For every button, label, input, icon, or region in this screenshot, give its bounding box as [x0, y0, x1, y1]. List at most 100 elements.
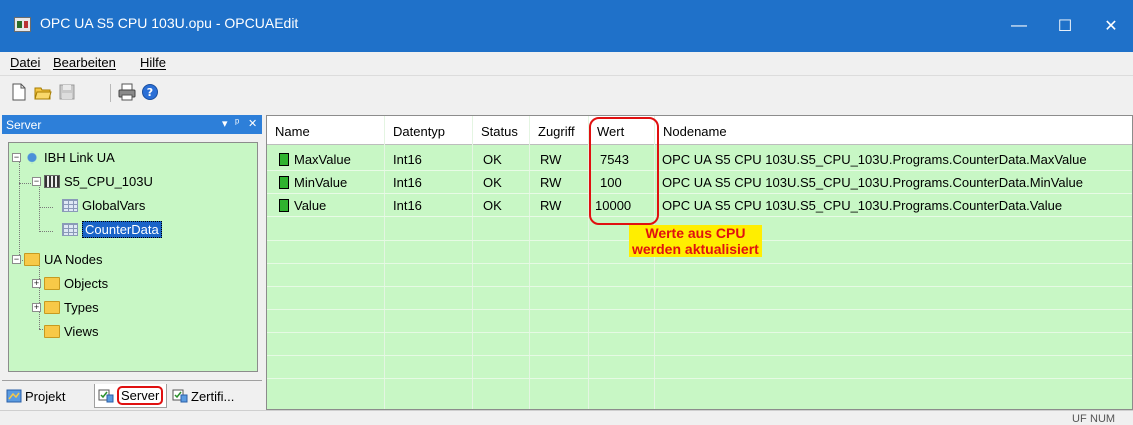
folder-icon — [44, 324, 60, 338]
project-icon — [6, 389, 22, 403]
tree-item-ibh-link-ua[interactable]: − IBH Link UA — [12, 146, 115, 168]
help-icon[interactable]: ? — [141, 83, 159, 101]
tree-item-s5-cpu-103u[interactable]: − S5_CPU_103U — [32, 170, 153, 192]
minimize-button[interactable]: — — [996, 0, 1042, 52]
tree-item-types[interactable]: + Types — [32, 296, 99, 318]
tab-label: Projekt — [25, 388, 66, 404]
name-cell: MinValue — [279, 175, 347, 190]
column-header-name[interactable]: Name — [275, 124, 310, 139]
access-cell: RW — [540, 198, 562, 213]
cpu-icon — [44, 174, 60, 188]
variable-icon — [279, 153, 289, 166]
tree-item-label: CounterData — [82, 220, 162, 238]
panel-dropdown-button[interactable]: ▾ — [222, 117, 228, 130]
table-row[interactable]: Value Int16 OK RW 10000 OPC UA S5 CPU 10… — [267, 194, 1132, 217]
tree-item-label: Types — [64, 299, 99, 315]
grid-icon — [62, 198, 78, 212]
tree-item-label: Views — [64, 323, 99, 339]
tree-item-counterdata[interactable]: CounterData — [62, 218, 162, 240]
datatype-cell: Int16 — [393, 152, 422, 167]
name-text: Value — [294, 198, 327, 213]
status-indicator-num: NUM — [1090, 413, 1116, 425]
collapse-icon[interactable]: − — [32, 176, 41, 186]
certificate-icon — [172, 389, 188, 403]
panel-pin-button[interactable]: ᵖ — [235, 117, 239, 129]
tree-item-label: UA Nodes — [44, 251, 103, 267]
server-panel-header: Server ▾ ᵖ ✕ — [2, 115, 262, 134]
expand-icon[interactable]: + — [32, 278, 41, 288]
collapse-icon[interactable]: − — [12, 152, 21, 162]
svg-text:?: ? — [147, 86, 153, 99]
tree-item-ua-nodes[interactable]: − UA Nodes — [12, 248, 103, 270]
tree-item-label: IBH Link UA — [44, 149, 115, 165]
tab-projekt[interactable]: Projekt — [6, 384, 65, 408]
close-button[interactable]: ✕ — [1088, 0, 1133, 52]
tree-item-views[interactable]: Views — [44, 320, 98, 342]
window-title: OPC UA S5 CPU 103U.opu - OPCUAEdit — [40, 15, 299, 31]
access-cell: RW — [540, 152, 562, 167]
column-header-status[interactable]: Status — [481, 124, 518, 139]
expand-icon[interactable]: + — [32, 302, 41, 312]
panel-tabs: Projekt Server Zertifi... — [2, 380, 262, 410]
menu-datei[interactable]: Datei — [10, 55, 40, 70]
table-row[interactable]: MinValue Int16 OK RW 100 OPC UA S5 CPU 1… — [267, 171, 1132, 194]
print-icon[interactable] — [118, 83, 136, 101]
annotation-line1: Werte aus CPU — [645, 225, 746, 241]
new-file-icon[interactable] — [10, 83, 28, 101]
toolbar: ? — [0, 75, 1133, 111]
tab-zertifikate[interactable]: Zertifi... — [172, 384, 234, 408]
column-header-zugriff[interactable]: Zugriff — [538, 124, 575, 139]
maximize-button[interactable]: ☐ — [1042, 0, 1088, 52]
menu-bar: Datei Bearbeiten Hilfe — [0, 52, 1133, 74]
name-cell: MaxValue — [279, 152, 351, 167]
status-cell: OK — [483, 175, 502, 190]
grid-line — [267, 355, 1132, 356]
tab-label: Server — [117, 386, 164, 405]
tree-line — [39, 231, 53, 232]
folder-icon — [44, 300, 60, 314]
tree-line — [19, 183, 33, 184]
column-header-nodename[interactable]: Nodename — [663, 124, 727, 139]
status-bar: UF NUM — [0, 410, 1133, 425]
menu-hilfe[interactable]: Hilfe — [140, 55, 166, 70]
tree-item-label: GlobalVars — [82, 197, 146, 213]
grid-line — [267, 332, 1132, 333]
access-cell: RW — [540, 175, 562, 190]
menu-bearbeiten[interactable]: Bearbeiten — [53, 55, 116, 70]
status-cell: OK — [483, 152, 502, 167]
nodename-cell: OPC UA S5 CPU 103U.S5_CPU_103U.Programs.… — [662, 175, 1084, 190]
status-cell: OK — [483, 198, 502, 213]
nodename-cell: OPC UA S5 CPU 103U.S5_CPU_103U.Programs.… — [662, 152, 1087, 167]
grid-line — [267, 378, 1132, 379]
save-icon[interactable] — [58, 83, 76, 101]
nodename-cell: OPC UA S5 CPU 103U.S5_CPU_103U.Programs.… — [662, 198, 1063, 213]
variables-grid: Name Datentyp Status Zugriff Wert Nodena… — [266, 115, 1133, 410]
grid-line — [267, 309, 1132, 310]
annotation-line2: werden aktualisiert — [632, 241, 759, 257]
datatype-cell: Int16 — [393, 175, 422, 190]
tree-item-objects[interactable]: + Objects — [32, 272, 108, 294]
tab-server[interactable]: Server — [94, 384, 168, 408]
tree-item-globalvars[interactable]: GlobalVars — [62, 194, 145, 216]
panel-close-button[interactable]: ✕ — [248, 117, 257, 130]
collapse-icon[interactable]: − — [12, 254, 21, 264]
title-bar: OPC UA S5 CPU 103U.opu - OPCUAEdit — ☐ ✕ — [0, 0, 1133, 52]
datatype-cell: Int16 — [393, 198, 422, 213]
grid-line — [267, 286, 1132, 287]
column-header-datentyp[interactable]: Datentyp — [393, 124, 445, 139]
tree-line — [19, 161, 20, 261]
folder-icon — [44, 276, 60, 290]
tree-item-label: Objects — [64, 275, 109, 291]
app-icon — [14, 17, 31, 32]
toolbar-separator — [110, 84, 111, 102]
tree-line — [39, 185, 40, 232]
network-icon — [24, 150, 40, 164]
tree-item-label: S5_CPU_103U — [64, 173, 153, 189]
name-cell: Value — [279, 198, 326, 213]
table-row[interactable]: MaxValue Int16 OK RW 7543 OPC UA S5 CPU … — [267, 148, 1132, 171]
tree-line — [39, 207, 53, 208]
open-folder-icon[interactable] — [34, 83, 52, 101]
variable-icon — [279, 199, 289, 212]
grid-line — [267, 263, 1132, 264]
tab-label: Zertifi... — [191, 388, 235, 404]
